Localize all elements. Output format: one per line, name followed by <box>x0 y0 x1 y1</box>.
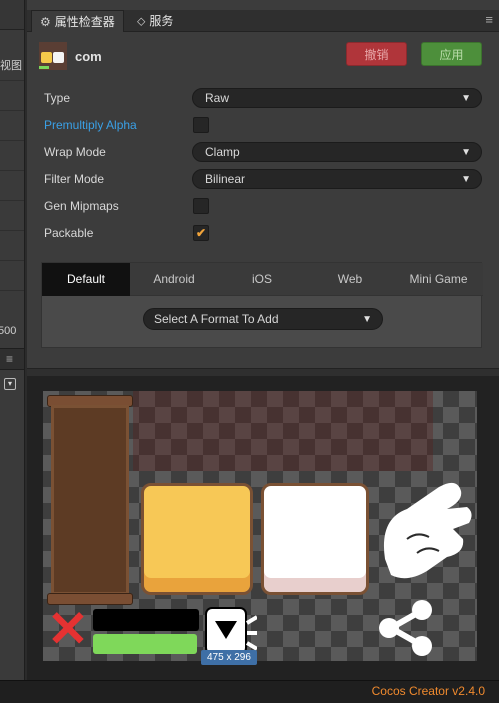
yellow-tile-sprite <box>141 483 253 595</box>
wrap-mode-select[interactable]: Clamp ▼ <box>192 142 482 162</box>
left-panel-divider <box>0 260 24 261</box>
apply-button[interactable]: 应用 <box>421 42 482 66</box>
inspector-panel: ⚙ 属性检查器 ⬦ 服务 ≡ com 撤销 应用 Type Raw ▼ Prem… <box>27 0 499 680</box>
texture-preview: ✕ <box>43 391 477 661</box>
wrap-mode-value: Clamp <box>205 145 240 159</box>
preview-size-badge: 475 x 296 <box>201 650 257 665</box>
left-panel-label: 视图 <box>0 60 22 72</box>
preview-area: ✕ <box>27 377 499 680</box>
left-panel-divider <box>0 290 24 291</box>
dropdown-arrow-icon: ▼ <box>461 147 471 158</box>
status-bar: Cocos Creator v2.4.0 <box>0 680 499 703</box>
dropdown-arrow-icon: ▼ <box>362 314 372 325</box>
platform-settings: Default Android iOS Web Mini Game Select… <box>41 262 483 348</box>
format-select-value: Select A Format To Add <box>154 312 279 326</box>
tab-inspector[interactable]: ⚙ 属性检查器 <box>31 10 124 32</box>
dropdown-arrow-icon: ▼ <box>461 174 471 185</box>
type-select-value: Raw <box>205 91 230 105</box>
left-panel-number: 500 <box>0 325 17 337</box>
filter-mode-value: Bilinear <box>205 172 246 186</box>
left-panel-divider <box>0 110 24 111</box>
white-tile-sprite <box>261 483 369 595</box>
left-panel-header <box>0 0 24 30</box>
premultiply-alpha-checkbox[interactable] <box>193 117 209 133</box>
left-panel-divider <box>0 140 24 141</box>
gen-mipmaps-label: Gen Mipmaps <box>44 199 119 213</box>
collapse-icon[interactable]: ▾ <box>4 378 16 390</box>
platform-tab-default[interactable]: Default <box>42 263 130 296</box>
progress-bar-background <box>93 609 199 631</box>
menu-icon[interactable]: ≡ <box>6 352 13 366</box>
share-icon <box>379 600 432 656</box>
gen-mipmaps-checkbox[interactable] <box>193 198 209 214</box>
platform-tab-ios[interactable]: iOS <box>218 263 306 296</box>
link-icon: ⬦ <box>137 14 146 28</box>
pointing-hand-icon <box>383 482 472 579</box>
platform-tab-web[interactable]: Web <box>306 263 394 296</box>
left-panel-divider <box>0 170 24 171</box>
tab-services-label: 服务 <box>149 14 174 28</box>
tab-bar: ⚙ 属性检查器 ⬦ 服务 ≡ <box>27 10 499 32</box>
gear-icon: ⚙ <box>40 14 51 29</box>
filter-mode-select[interactable]: Bilinear ▼ <box>192 169 482 189</box>
left-panel: 视图 500 ≡ ▾ <box>0 0 25 680</box>
scroll-sprite <box>47 395 133 605</box>
dropdown-arrow-icon: ▼ <box>461 93 471 104</box>
packable-label: Packable <box>44 226 94 240</box>
panel-divider[interactable] <box>27 368 499 377</box>
asset-header: com <box>39 42 102 70</box>
platform-tab-mini-game[interactable]: Mini Game <box>394 263 483 296</box>
preview-shadow <box>133 391 433 471</box>
asset-name: com <box>75 48 102 64</box>
app-root: 视图 500 ≡ ▾ ⚙ 属性检查器 ⬦ 服务 ≡ <box>0 0 499 703</box>
left-panel-divider <box>0 80 24 81</box>
format-select[interactable]: Select A Format To Add ▼ <box>143 308 383 330</box>
revert-button[interactable]: 撤销 <box>346 42 407 66</box>
type-label: Type <box>44 91 71 105</box>
tab-services[interactable]: ⬦ 服务 <box>129 10 181 32</box>
left-panel-divider <box>0 200 24 201</box>
close-icon: ✕ <box>47 601 89 657</box>
platform-tabs: Default Android iOS Web Mini Game <box>42 263 483 296</box>
type-select[interactable]: Raw ▼ <box>192 88 482 108</box>
left-panel-divider <box>0 230 24 231</box>
version-label: Cocos Creator v2.4.0 <box>371 684 485 698</box>
premultiply-alpha-label[interactable]: Premultiply Alpha <box>44 118 137 132</box>
panel-menu-icon[interactable]: ≡ <box>485 12 493 27</box>
asset-thumbnail <box>39 42 67 70</box>
progress-bar-fill <box>93 634 197 654</box>
packable-checkbox[interactable]: ✔ <box>193 225 209 241</box>
platform-tab-android[interactable]: Android <box>130 263 218 296</box>
tab-inspector-label: 属性检查器 <box>54 14 115 29</box>
filter-mode-label: Filter Mode <box>44 172 105 186</box>
wrap-mode-label: Wrap Mode <box>44 145 106 159</box>
